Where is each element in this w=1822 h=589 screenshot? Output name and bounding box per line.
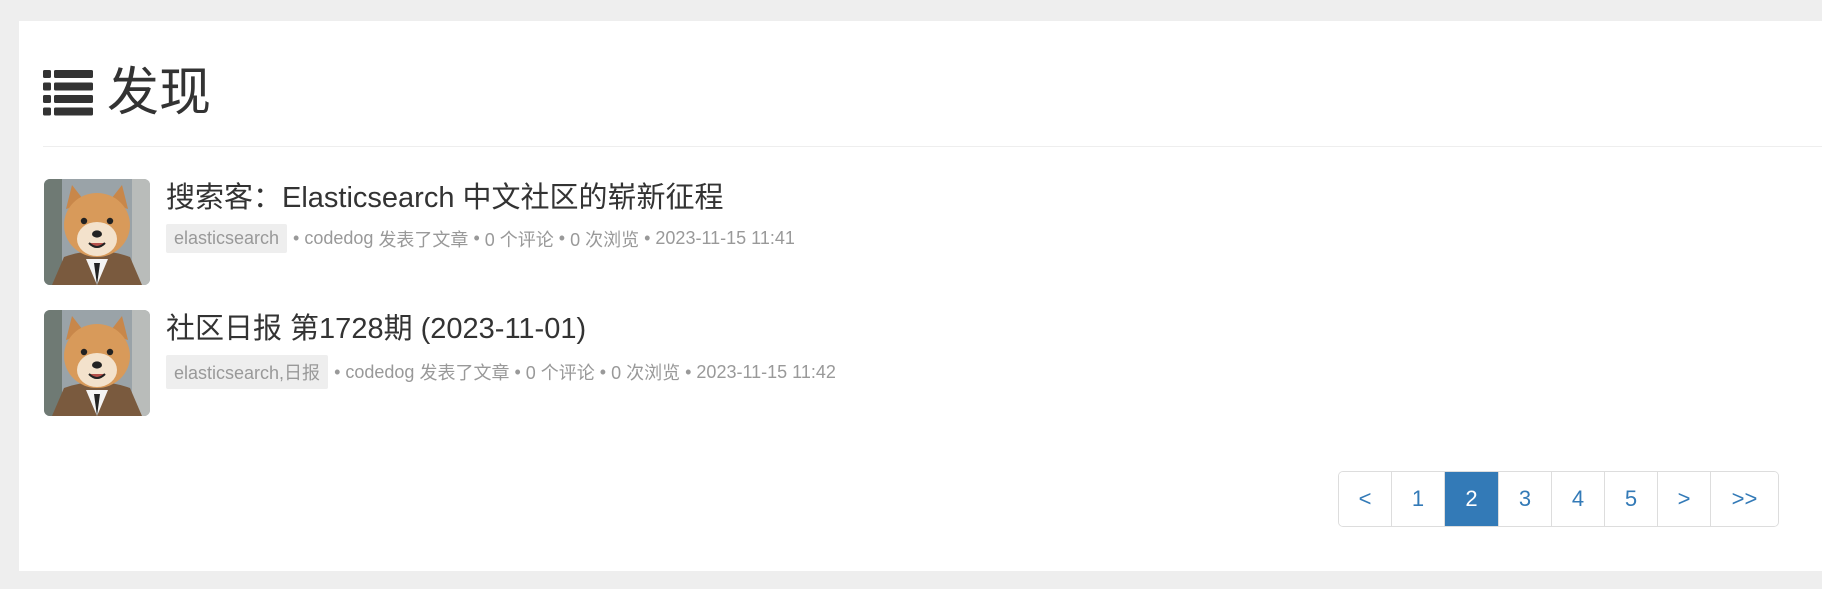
article-comments: 0 个评论 bbox=[525, 363, 595, 383]
pagination: < 1 2 3 4 5 > >> bbox=[1338, 471, 1779, 527]
header-divider bbox=[43, 146, 1822, 147]
article-action: 发表了文章 bbox=[419, 363, 510, 383]
page-header: 发现 bbox=[43, 53, 211, 133]
article-title-link[interactable]: 搜索客：Elasticsearch 中文社区的崭新征程 bbox=[166, 179, 795, 217]
page-prev-button[interactable]: < bbox=[1339, 472, 1391, 526]
page-3-button[interactable]: 3 bbox=[1498, 472, 1551, 526]
meta-separator: • bbox=[599, 361, 607, 382]
article-action: 发表了文章 bbox=[378, 229, 469, 250]
page-5-button[interactable]: 5 bbox=[1604, 472, 1657, 526]
page-last-button[interactable]: >> bbox=[1710, 472, 1778, 526]
article-time: 2023-11-15 11:41 bbox=[655, 228, 795, 248]
meta-separator: • bbox=[293, 228, 300, 248]
page-title: 发现 bbox=[107, 63, 212, 123]
article-item: 搜索客：Elasticsearch 中文社区的崭新征程 elasticsearc… bbox=[44, 179, 795, 285]
main-panel: 发现 搜索客：Elasticsearch 中文社区的崭新征程 elasticse… bbox=[19, 21, 1822, 571]
page-4-button[interactable]: 4 bbox=[1551, 472, 1604, 526]
article-tag[interactable]: elasticsearch,日报 bbox=[166, 355, 329, 389]
meta-separator: • bbox=[644, 228, 651, 248]
article-author[interactable]: codedog bbox=[304, 228, 373, 249]
article-views: 0 次浏览 bbox=[570, 229, 640, 250]
meta-separator: • bbox=[473, 228, 480, 248]
meta-separator: • bbox=[685, 361, 692, 382]
page-1-button[interactable]: 1 bbox=[1391, 472, 1444, 526]
page-next-button[interactable]: > bbox=[1657, 472, 1710, 526]
article-author[interactable]: codedog bbox=[345, 362, 414, 383]
shiba-dog-avatar-icon[interactable] bbox=[44, 310, 150, 416]
article-meta: elasticsearch • codedog 发表了文章 • 0 个评论 • … bbox=[166, 224, 795, 253]
meta-separator: • bbox=[334, 361, 341, 382]
article-views: 0 次浏览 bbox=[611, 363, 681, 383]
article-comments: 0 个评论 bbox=[484, 229, 554, 250]
article-meta: elasticsearch,日报 • codedog 发表了文章 • 0 个评论… bbox=[166, 355, 836, 389]
article-body: 搜索客：Elasticsearch 中文社区的崭新征程 elasticsearc… bbox=[166, 179, 795, 285]
meta-separator: • bbox=[514, 361, 521, 382]
page-2-button[interactable]: 2 bbox=[1444, 472, 1498, 526]
meta-separator: • bbox=[558, 228, 566, 248]
article-tag[interactable]: elasticsearch bbox=[166, 224, 288, 253]
article-title-link[interactable]: 社区日报 第1728期 (2023-11-01) bbox=[166, 310, 836, 348]
shiba-dog-avatar-icon[interactable] bbox=[44, 179, 150, 285]
list-icon bbox=[43, 70, 93, 116]
article-time: 2023-11-15 11:42 bbox=[696, 361, 836, 382]
article-body: 社区日报 第1728期 (2023-11-01) elasticsearch,日… bbox=[166, 310, 836, 416]
article-item: 社区日报 第1728期 (2023-11-01) elasticsearch,日… bbox=[44, 310, 836, 416]
